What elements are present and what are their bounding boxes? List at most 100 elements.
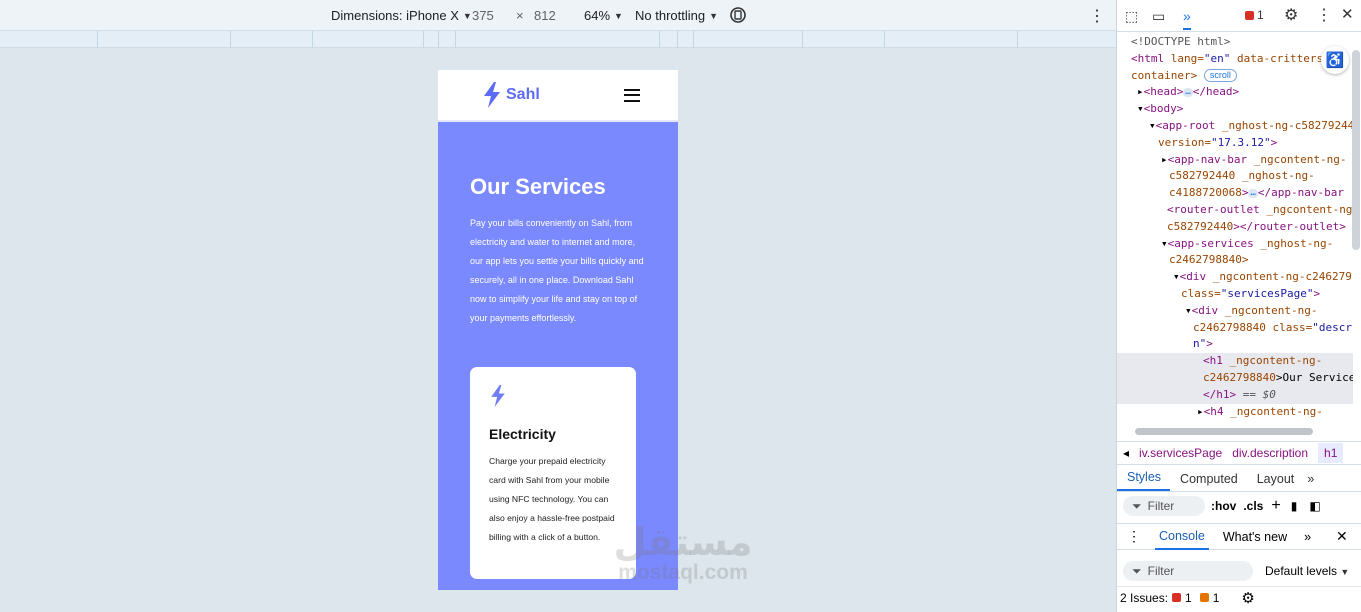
horizontal-scrollbar[interactable] <box>1135 428 1313 435</box>
expand-arrow-icon[interactable]: ▸ <box>1161 153 1168 166</box>
tree-line[interactable]: container> scroll <box>1117 68 1353 85</box>
tree-line[interactable]: c4188720068>… </app-nav-bar <box>1117 185 1353 202</box>
tree-line-selected[interactable]: <h1 _ngcontent-ng- <box>1117 353 1353 370</box>
tree-line[interactable]: ▸<h4 _ngcontent-ng- <box>1117 404 1353 421</box>
tree-line[interactable]: class="servicesPage"> <box>1117 286 1353 303</box>
tag-text: <app-root <box>1155 118 1216 132</box>
issues-orange-count: 1 <box>1212 590 1220 605</box>
expand-arrow-icon[interactable]: ▸ <box>1137 85 1144 98</box>
issues-label: 2 Issues: <box>1120 590 1169 605</box>
ellipsis-icon[interactable]: … <box>1183 87 1193 97</box>
gear-icon[interactable]: ⚙ <box>1284 5 1298 25</box>
breadcrumb-item-active[interactable]: h1 <box>1318 443 1344 463</box>
collapse-arrow-icon[interactable]: ▾ <box>1149 119 1156 132</box>
tree-line[interactable]: ▸<head>… </head> <box>1117 84 1353 101</box>
tree-line[interactable]: ▾<div _ngcontent-ng- <box>1117 303 1353 320</box>
tag-text: > <box>1206 337 1213 351</box>
ruler-tick <box>1017 31 1018 48</box>
zoom-select[interactable]: 64% ▼ <box>584 8 623 23</box>
rotate-icon[interactable] <box>729 6 747 24</box>
tree-line[interactable]: c582792440></router-outlet> <box>1117 219 1353 236</box>
scroll-badge[interactable]: scroll <box>1203 69 1237 83</box>
issues-counter[interactable]: 1 <box>1245 8 1264 22</box>
ruler-tick <box>802 31 803 48</box>
tree-line[interactable]: ▾<body> <box>1117 101 1353 118</box>
log-levels-value: Default levels <box>1265 564 1338 578</box>
tree-line[interactable]: ▾<app-root _nghost-ng-c58279244 <box>1117 118 1353 135</box>
breadcrumb-back-icon[interactable]: ◂ <box>1123 446 1129 460</box>
ruler-tick <box>97 31 98 48</box>
device-toggle-icon[interactable]: ▭ <box>1152 8 1165 25</box>
error-icon <box>1172 593 1182 602</box>
tree-line[interactable]: ▸<app-nav-bar _ngcontent-ng- <box>1117 152 1353 169</box>
ellipsis-icon[interactable]: … <box>1248 188 1258 198</box>
issues-bar[interactable]: 2 Issues: 1 1 ⚙ <box>1117 586 1361 608</box>
breadcrumb-item[interactable]: div.description <box>1232 446 1308 460</box>
chevron-down-icon: ▼ <box>614 10 623 21</box>
hov-button[interactable]: :hov <box>1211 499 1236 513</box>
height-input[interactable]: 812 <box>534 8 556 23</box>
more-options-icon[interactable]: ⋮ <box>1089 6 1105 26</box>
tree-line[interactable]: c2462798840> <box>1117 252 1353 269</box>
collapse-arrow-icon[interactable]: ▾ <box>1173 270 1180 283</box>
expand-arrow-icon[interactable]: ▸ <box>1197 405 1204 418</box>
doctype-text: <!DOCTYPE html> <box>1131 35 1231 48</box>
width-input[interactable]: 375 <box>472 8 494 23</box>
elements-tree: <!DOCTYPE html> <html lang="en" data-cri… <box>1117 32 1353 424</box>
collapse-arrow-icon[interactable]: ▾ <box>1185 304 1192 317</box>
kebab-menu-icon[interactable]: ⋮ <box>1316 5 1332 25</box>
more-tabs-icon[interactable]: » <box>1303 468 1323 491</box>
attr-text: _nghost-ng-c58279244 <box>1215 118 1353 132</box>
console-filter-input[interactable]: ⏷ Filter <box>1123 561 1253 581</box>
more-tabs-icon[interactable]: » <box>1183 8 1191 30</box>
tree-line-selected[interactable]: c2462798840>Our Service <box>1117 369 1353 387</box>
throttling-select[interactable]: No throttling ▼ <box>635 8 718 23</box>
lightning-icon <box>484 82 500 108</box>
close-icon[interactable]: ✕ <box>1336 528 1348 545</box>
tree-line[interactable]: <router-outlet _ngcontent-ng <box>1117 202 1353 219</box>
tree-line[interactable]: ▾<div _ngcontent-ng-c246279 <box>1117 269 1353 286</box>
sidebar-toggle-icon[interactable]: ◧ <box>1309 499 1320 513</box>
log-levels-select[interactable]: Default levels ▼ <box>1265 564 1349 578</box>
tab-layout[interactable]: Layout <box>1247 468 1304 491</box>
tree-line[interactable]: n"> <box>1117 336 1353 353</box>
tree-line[interactable]: ▾<app-services _nghost-ng- <box>1117 236 1353 253</box>
brand-name: Sahl <box>506 86 540 103</box>
vertical-scrollbar[interactable] <box>1352 50 1360 250</box>
accessibility-icon[interactable]: ♿ <box>1321 46 1349 74</box>
tree-line[interactable]: c2462798840 class="descr <box>1117 320 1353 337</box>
tree-line[interactable]: version="17.3.12"> <box>1117 135 1353 152</box>
tag-text: <html <box>1131 51 1165 65</box>
attr-value: "descr <box>1312 320 1352 334</box>
collapse-arrow-icon[interactable]: ▾ <box>1161 237 1168 250</box>
tab-console[interactable]: Console <box>1155 524 1209 550</box>
tree-line[interactable]: c582792440 _nghost-ng- <box>1117 168 1353 185</box>
watermark: مستقل mostaql.com <box>598 522 768 584</box>
add-rule-icon[interactable]: + <box>1271 497 1280 515</box>
styles-filter-input[interactable]: ⏷ Filter <box>1123 496 1205 516</box>
tag-text: <app-nav-bar <box>1167 152 1248 166</box>
tag-text: <h4 <box>1203 404 1224 418</box>
hamburger-menu-icon[interactable] <box>624 88 640 102</box>
tree-line[interactable]: <html lang="en" data-critters- <box>1117 51 1353 68</box>
drawer-header: ⋮ Console What's new » ✕ <box>1117 523 1361 550</box>
tab-styles[interactable]: Styles <box>1117 466 1171 491</box>
device-dimensions-select[interactable]: Dimensions: iPhone X ▼ <box>331 8 472 23</box>
kebab-menu-icon[interactable]: ⋮ <box>1127 528 1141 545</box>
tree-line[interactable]: <!DOCTYPE html> <box>1117 34 1353 51</box>
tab-whats-new[interactable]: What's new <box>1223 530 1287 544</box>
cls-button[interactable]: .cls <box>1243 499 1263 513</box>
hero-text: Pay your bills conveniently on Sahl, fro… <box>470 218 644 323</box>
ruler-tick <box>455 31 456 48</box>
tab-computed[interactable]: Computed <box>1170 468 1247 491</box>
more-tabs-icon[interactable]: » <box>1304 530 1311 544</box>
tree-line-selected[interactable]: </h1> == $0 <box>1117 386 1353 404</box>
gear-icon[interactable]: ⚙ <box>1241 589 1254 607</box>
paint-icon[interactable]: ▮ <box>1291 499 1298 513</box>
close-icon[interactable]: ✕ <box>1341 5 1354 23</box>
breadcrumb-item[interactable]: iv.servicesPage <box>1139 446 1222 460</box>
width-value: 375 <box>472 8 494 23</box>
collapse-arrow-icon[interactable]: ▾ <box>1137 102 1144 115</box>
brand-logo[interactable]: Sahl <box>482 82 540 108</box>
inspect-element-icon[interactable]: ⬚ <box>1125 8 1138 25</box>
